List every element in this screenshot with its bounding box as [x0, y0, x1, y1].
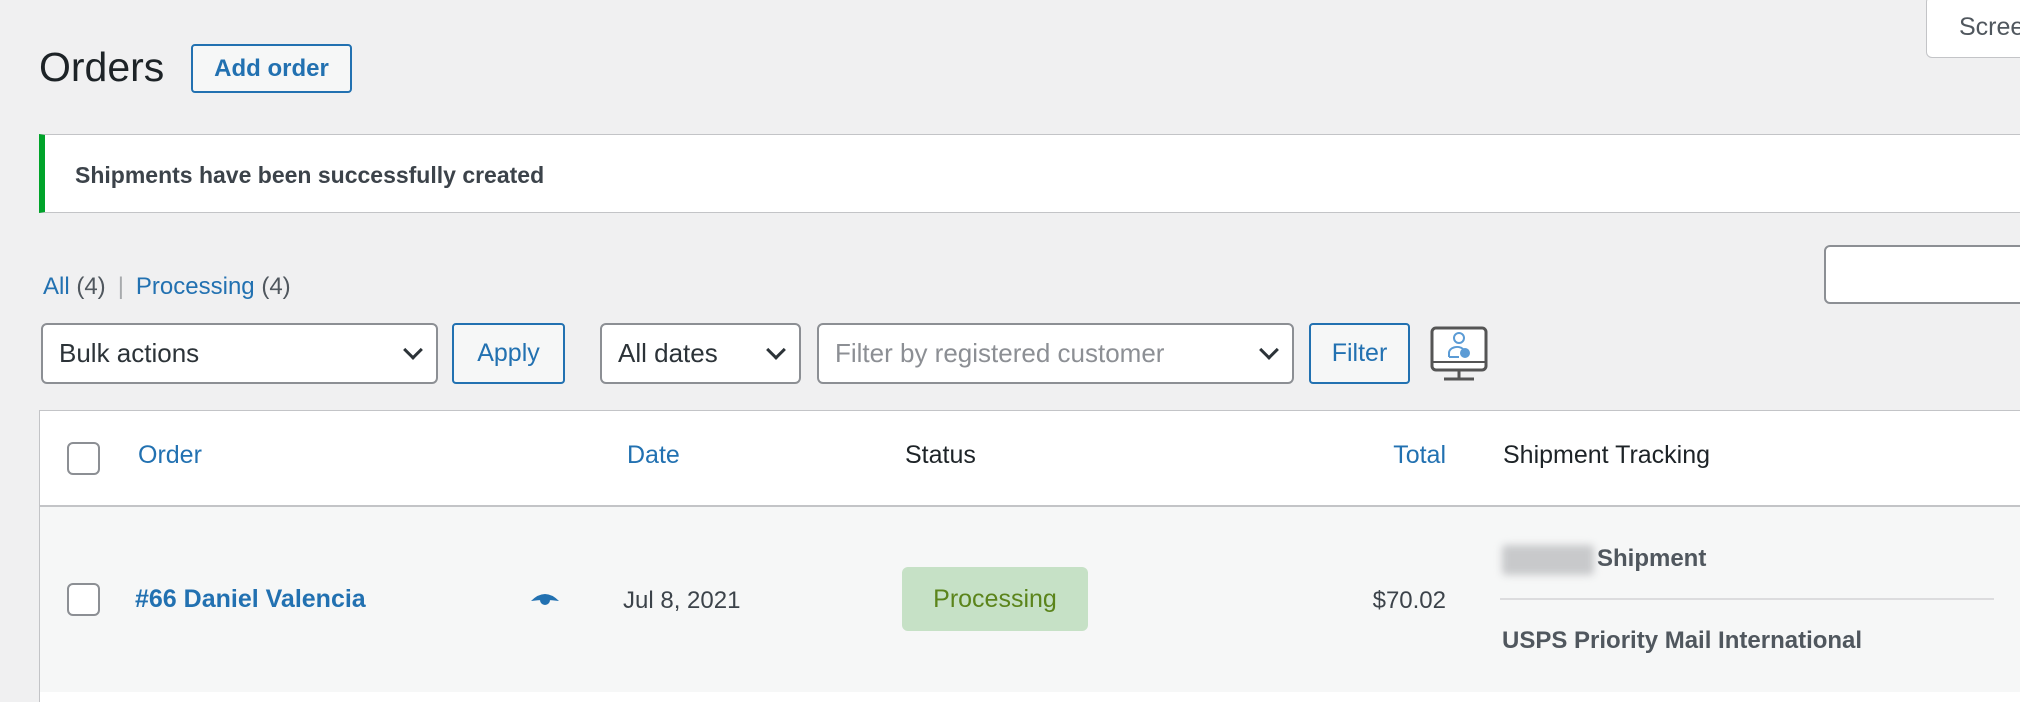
screen-options-button[interactable]: Screen Options	[1926, 0, 2020, 58]
column-shipment-tracking: Shipment Tracking	[1503, 441, 1711, 469]
order-total: $70.02	[1372, 587, 1446, 614]
bulk-actions-select[interactable]: Bulk actions	[41, 323, 438, 384]
dates-select[interactable]: All dates	[600, 323, 801, 384]
bulk-actions-value: Bulk actions	[59, 338, 200, 368]
filter-button[interactable]: Filter	[1309, 323, 1410, 384]
status-badge: Processing	[902, 567, 1088, 631]
screen-options-label: Screen Options	[1959, 13, 2020, 41]
page-title: Orders	[39, 44, 165, 90]
column-date[interactable]: Date	[627, 441, 680, 470]
notice-text: Shipments have been successfully created	[75, 162, 545, 188]
monitor-user-icon[interactable]	[1430, 326, 1488, 382]
column-total[interactable]: Total	[1393, 441, 1446, 470]
view-processing-count: (4)	[261, 273, 291, 300]
divider	[1500, 598, 1994, 600]
chevron-down-icon	[766, 340, 786, 360]
select-all-checkbox[interactable]	[67, 442, 100, 475]
row-checkbox[interactable]	[67, 583, 100, 616]
search-input[interactable]	[1824, 245, 2020, 304]
column-status: Status	[905, 441, 976, 469]
separator: |	[117, 273, 124, 300]
status-views: All (4) | Processing (4)	[43, 273, 291, 301]
chevron-down-icon	[403, 340, 423, 360]
eye-icon[interactable]	[530, 591, 560, 609]
order-date: Jul 8, 2021	[623, 587, 741, 614]
view-all[interactable]: All	[43, 273, 70, 300]
tracking-title: Shipment	[1597, 545, 1707, 572]
customer-filter-select[interactable]: Filter by registered customer	[817, 323, 1294, 384]
success-notice: Shipments have been successfully created	[39, 134, 2020, 213]
view-processing[interactable]: Processing	[136, 273, 255, 300]
customer-filter-placeholder: Filter by registered customer	[835, 338, 1165, 368]
tracking-service: USPS Priority Mail International	[1502, 627, 1863, 654]
chevron-down-icon	[1259, 340, 1279, 360]
apply-button[interactable]: Apply	[452, 323, 565, 384]
view-all-count: (4)	[76, 273, 106, 300]
dates-value: All dates	[618, 338, 718, 368]
order-link[interactable]: #66 Daniel Valencia	[135, 585, 366, 614]
carrier-logo-blurred	[1502, 545, 1594, 575]
add-order-button[interactable]: Add order	[191, 44, 352, 93]
column-order[interactable]: Order	[138, 441, 202, 470]
